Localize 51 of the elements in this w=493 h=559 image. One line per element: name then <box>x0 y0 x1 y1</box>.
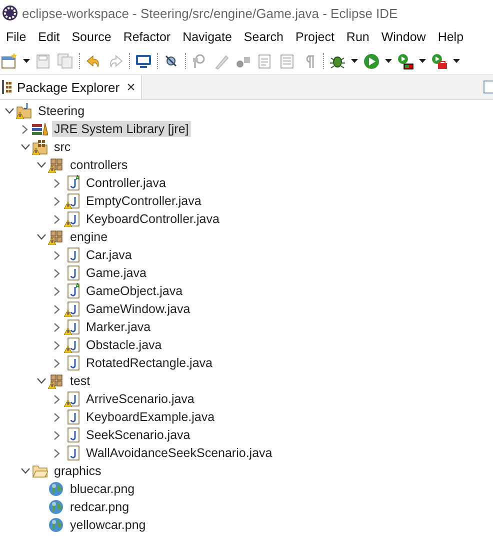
tree-item[interactable]: Steering <box>36 103 87 119</box>
tree-item[interactable]: EmptyController.java <box>84 193 204 209</box>
monitor-icon[interactable] <box>135 52 152 70</box>
caret-icon[interactable] <box>453 59 460 63</box>
window-title: eclipse-workspace - Steering/src/engine/Game.java - Eclipse IDE <box>22 6 398 20</box>
run-tool-icon[interactable] <box>431 52 448 70</box>
menu-item[interactable]: Help <box>432 30 470 44</box>
tree-item[interactable]: RotatedRectangle.java <box>84 355 214 371</box>
menu-item[interactable]: Navigate <box>176 30 238 44</box>
tree-item[interactable]: redcar.png <box>68 499 132 515</box>
tree-item[interactable]: Game.java <box>84 265 148 281</box>
menu-item[interactable]: Edit <box>32 30 66 44</box>
package-explorer-tab[interactable]: Package Explorer × <box>0 75 142 99</box>
tree-item[interactable]: yellowcar.png <box>68 517 148 533</box>
tree-item[interactable]: KeyboardExample.java <box>84 409 217 425</box>
gear-icon <box>2 5 18 21</box>
tree-item[interactable]: bluecar.png <box>68 481 137 497</box>
run-coverage-icon[interactable] <box>397 52 414 70</box>
menu-item[interactable]: Run <box>340 30 376 44</box>
new-icon[interactable] <box>1 52 18 70</box>
caret-icon[interactable] <box>385 59 392 63</box>
menu-item[interactable]: Window <box>375 30 432 44</box>
tree-item[interactable]: GameWindow.java <box>84 301 192 317</box>
tree-item[interactable]: Obstacle.java <box>84 337 164 353</box>
menu-item[interactable]: Project <box>290 30 340 44</box>
run-icon[interactable] <box>363 52 380 70</box>
tree-item[interactable]: src <box>52 139 73 155</box>
tree-item[interactable]: SeekScenario.java <box>84 427 192 443</box>
menu-item[interactable]: Source <box>66 30 118 44</box>
tree-item[interactable]: engine <box>68 229 110 245</box>
close-button[interactable]: × <box>126 78 136 96</box>
tree-item[interactable]: Marker.java <box>84 319 153 335</box>
tree-item[interactable]: graphics <box>52 463 104 479</box>
tree-item[interactable]: Controller.java <box>84 175 168 191</box>
minimize-icon[interactable] <box>483 80 493 94</box>
tree-item[interactable]: test <box>68 373 92 389</box>
menu-item[interactable]: File <box>0 30 32 44</box>
tree-item[interactable]: controllers <box>68 157 130 173</box>
tree-item[interactable]: GameObject.java <box>84 283 185 299</box>
tree-item[interactable]: ArriveScenario.java <box>84 391 196 407</box>
tree-item[interactable]: KeyboardController.java <box>84 211 222 227</box>
package-explorer-icon <box>2 80 12 94</box>
tree-item[interactable]: Car.java <box>84 247 134 263</box>
menu-item[interactable]: Refactor <box>117 30 177 44</box>
caret-icon[interactable] <box>419 59 426 63</box>
tree-item[interactable]: WallAvoidanceSeekScenario.java <box>84 445 274 461</box>
caret-icon[interactable] <box>351 59 358 63</box>
tree-item[interactable]: JRE System Library [jre] <box>52 121 191 137</box>
caret-icon[interactable] <box>23 59 30 63</box>
list-icon[interactable] <box>279 52 296 70</box>
menu-item[interactable]: Search <box>238 30 290 44</box>
